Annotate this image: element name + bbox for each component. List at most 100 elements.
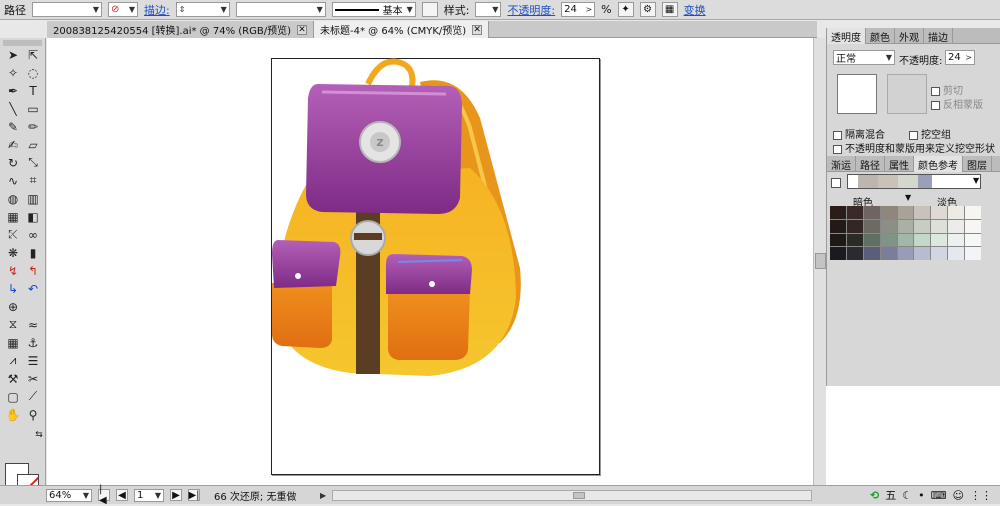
mesh-tool-icon[interactable]: ▦ [4,208,22,225]
hand-tool-icon[interactable]: ✋ [4,406,22,423]
color-swatch[interactable] [830,206,846,219]
keyboard-icon[interactable]: ⌨ [931,489,947,502]
next-artboard-button[interactable]: ▶ [170,489,182,501]
opacity-field[interactable]: 24 > [561,2,596,17]
rectangle-tool-icon[interactable]: ▭ [24,100,42,117]
color-swatch[interactable] [880,219,897,233]
color-swatch[interactable] [965,206,981,219]
horizontal-scrollbar[interactable] [332,489,813,501]
prev-artboard-button[interactable]: ◀ [116,489,128,501]
twirl-icon[interactable]: ⚓ [24,334,42,351]
shape-builder-tool-icon[interactable]: ◍ [4,190,22,207]
color-swatch[interactable] [931,206,948,219]
swap-colors-icon[interactable]: ⇆ [30,426,48,443]
moon-icon[interactable]: ☾ [902,489,912,502]
gear-icon[interactable]: ⚙ [639,2,656,17]
color-variations-grid[interactable] [830,206,981,260]
color-swatch[interactable] [914,233,931,247]
tab-pathfinder[interactable]: 路径 [856,156,885,172]
tab-appearance[interactable]: 外观 [895,28,924,44]
tab-stroke[interactable]: 描边 [924,28,953,44]
color-swatch[interactable] [830,219,846,233]
panel-opacity-field[interactable]: 24 > [945,50,975,65]
transform-link[interactable]: 变换 [684,2,706,18]
tab-transparency[interactable]: 透明度 [827,28,866,44]
scroll-thumb[interactable] [815,253,826,269]
h-scroll-thumb[interactable] [573,491,586,499]
chevron-down-icon[interactable]: ▼ [905,193,911,202]
opacity-mask-option[interactable]: 不透明度和蒙版用来定义挖空形状 [833,140,995,155]
color-swatch[interactable] [863,247,880,260]
clip-option[interactable]: 剪切 [931,82,963,97]
distribute-icon[interactable]: ☰ [24,352,42,369]
chevron-down-icon[interactable]: ▼ [973,176,979,185]
tab-attributes[interactable]: 属性 [885,156,914,172]
artboard-field[interactable]: 1 ▼ [134,488,164,502]
artboard-tool-icon[interactable]: ▢ [4,388,22,405]
color-swatch[interactable] [965,247,981,260]
mask-thumbnail[interactable] [887,74,927,114]
knife-icon[interactable]: ⚒ [4,370,22,387]
pen-tool-icon[interactable]: ✒ [4,82,22,99]
stroke-color-dropdown[interactable]: ⊘ ▼ [108,2,138,17]
column-graph-tool-icon[interactable]: ▮ [24,244,42,261]
recolor-icon[interactable]: ✦ [617,2,634,17]
perspective-grid-tool-icon[interactable]: ▥ [24,190,42,207]
color-swatch[interactable] [846,247,863,260]
color-swatch[interactable] [880,206,897,219]
color-swatch[interactable] [880,247,897,260]
type-tool-icon[interactable]: T [24,82,42,99]
eraser-tool-icon[interactable]: ▱ [24,136,42,153]
color-swatch[interactable] [914,206,931,219]
stroke-link[interactable]: 描边: [144,2,170,18]
target-icon[interactable]: ⊕ [4,298,22,315]
first-artboard-button[interactable]: |◀ [98,484,110,506]
color-swatch[interactable] [931,233,948,247]
tab-color-guide[interactable]: 颜色参考 [914,156,963,172]
blend-mode-dropdown[interactable]: 正常 ▼ [833,50,895,65]
color-swatch[interactable] [863,233,880,247]
fill-dropdown[interactable]: ▼ [32,2,102,17]
color-swatch[interactable] [914,247,931,260]
color-swatch[interactable] [897,206,914,219]
symbol-sprayer-tool-icon[interactable]: ❋ [4,244,22,261]
line-tool-icon[interactable]: ╲ [4,100,22,117]
color-swatch[interactable] [948,206,965,219]
color-swatch[interactable] [846,219,863,233]
color-swatch[interactable] [846,233,863,247]
rotate-tool-icon[interactable]: ↻ [4,154,22,171]
blob-brush-tool-icon[interactable]: ✍ [4,136,22,153]
paintbrush-tool-icon[interactable]: ✎ [4,118,22,135]
tab-color[interactable]: 颜色 [866,28,895,44]
curve-tool-red-icon[interactable]: ↰ [24,262,42,279]
grid-icon[interactable]: ▦ [4,334,22,351]
zigzag-icon[interactable]: ⩘ [4,352,22,369]
grid-menu-icon[interactable]: ⋮⋮ [970,489,992,502]
wave-icon[interactable]: ≈ [24,316,42,333]
doc-tab-2[interactable]: 未标题-4* @ 64% (CMYK/预览) ✕ [314,21,490,38]
base-color-swatch[interactable] [831,178,844,189]
invert-mask-option[interactable]: 反相蒙版 [931,96,983,111]
color-swatch[interactable] [948,219,965,233]
gradient-tool-icon[interactable]: ◧ [24,208,42,225]
invert-mask-checkbox[interactable] [931,100,940,110]
color-swatch[interactable] [863,219,880,233]
brush-profile-dropdown[interactable]: 基本 ▼ [331,2,416,17]
color-swatch[interactable] [948,247,965,260]
free-transform-tool-icon[interactable]: ⌗ [24,172,42,189]
align-icon[interactable]: ▦ [661,2,678,17]
isolate-blend-option[interactable]: 隔离混合 [833,126,885,141]
curve-tool-blue-icon[interactable]: ↶ [24,280,42,297]
color-swatch[interactable] [965,219,981,233]
path-tool-blue-icon[interactable]: ↳ [4,280,22,297]
stroke-weight-field[interactable]: ⇕ ▼ [175,2,230,17]
eyedropper-tool-icon[interactable]: ⤪ [4,226,22,243]
color-swatch[interactable] [965,233,981,247]
status-menu-icon[interactable]: ▶ [320,491,326,500]
scissors-icon[interactable]: ✂ [24,370,42,387]
color-swatch[interactable] [897,247,914,260]
knockout-group-checkbox[interactable] [909,130,918,140]
ime-logo-icon[interactable]: ⟲ [870,489,879,502]
color-swatch[interactable] [897,219,914,233]
color-swatch[interactable] [830,247,846,260]
